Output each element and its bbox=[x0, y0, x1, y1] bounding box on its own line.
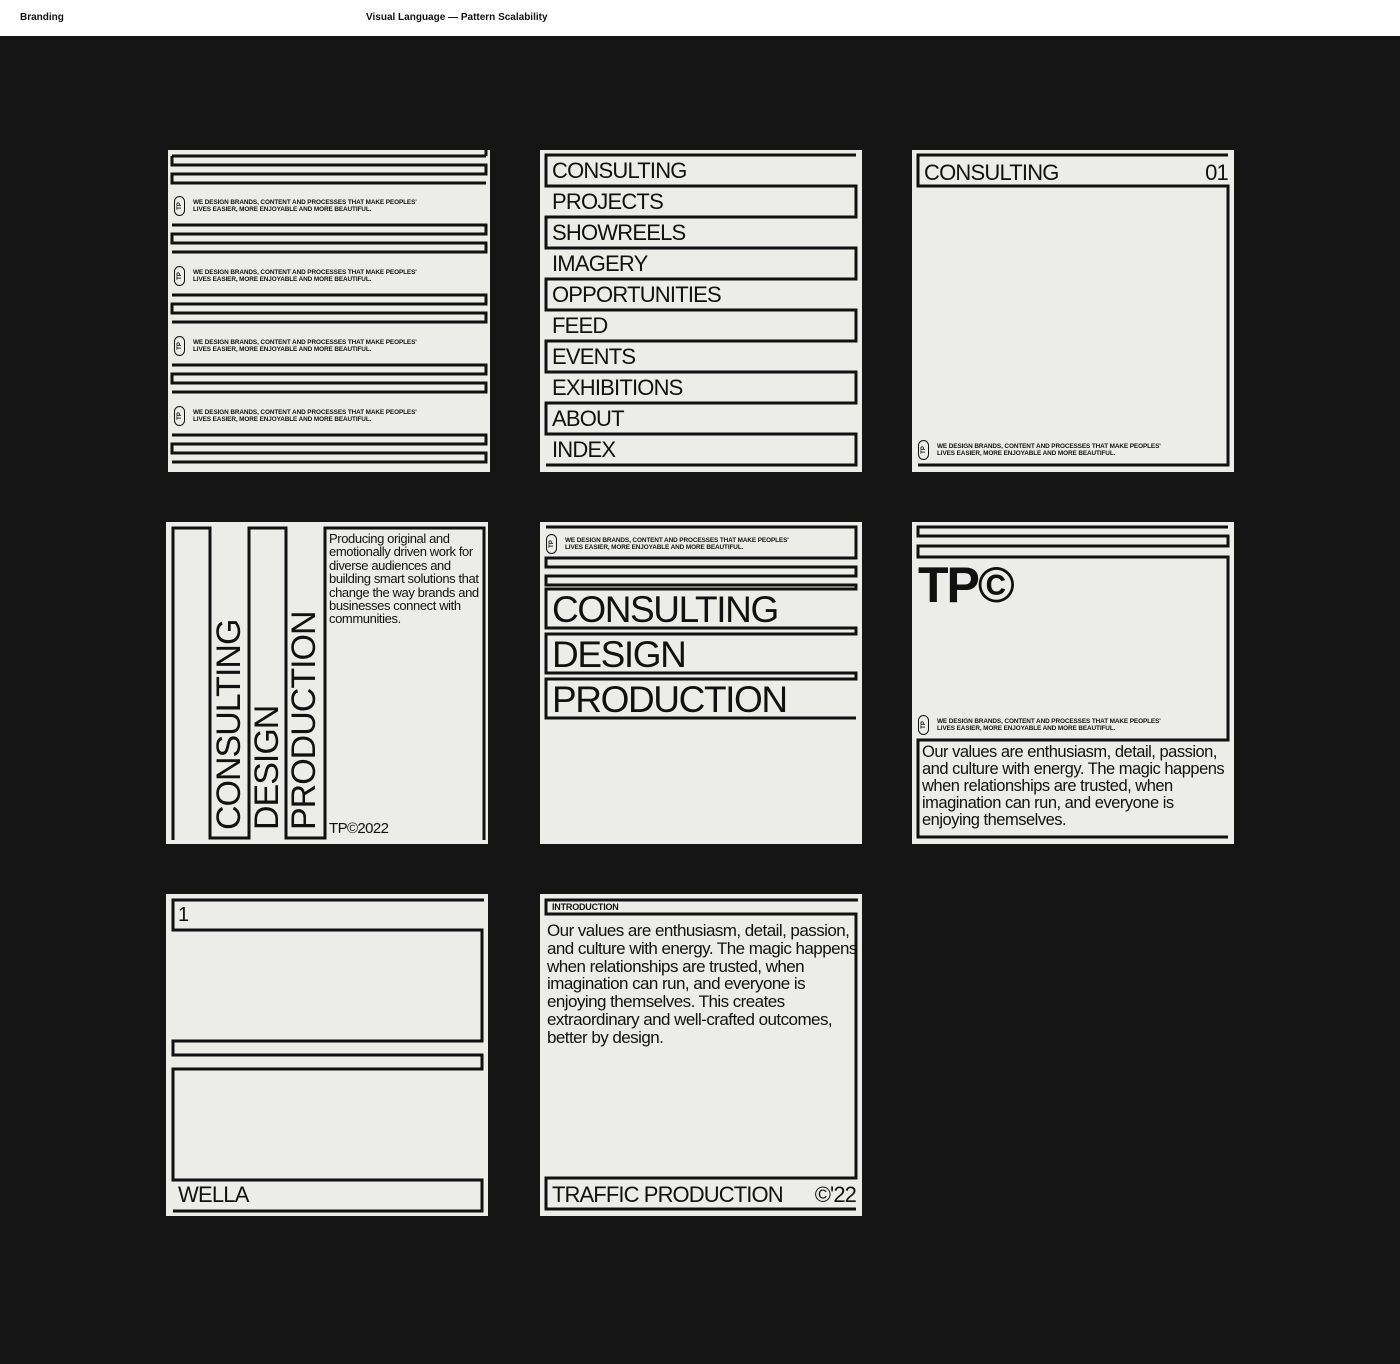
introduction-label: INTRODUCTION bbox=[552, 902, 619, 912]
card-client: 1 WELLA bbox=[166, 894, 488, 1216]
card-logo-values: TP© TP WE DESIGN BRANDS, CONTENT AND PRO… bbox=[912, 522, 1234, 844]
services-paragraph: Producing original and emotionally drive… bbox=[329, 531, 479, 627]
card-services: TP WE DESIGN BRANDS, CONTENT AND PROCESS… bbox=[540, 522, 862, 844]
introduction-paragraph: Our values are enthusiasm, detail, passi… bbox=[547, 921, 857, 1047]
menu-item-exhibitions[interactable]: EXHIBITIONS bbox=[552, 377, 683, 399]
menu-item-opportunities[interactable]: OPPORTUNITIES bbox=[552, 284, 722, 306]
copyright-footer: TP©2022 bbox=[329, 820, 389, 837]
tp-pill-icon: TP bbox=[918, 715, 929, 735]
tagline: TP WE DESIGN BRANDS, CONTENT AND PROCESS… bbox=[174, 406, 417, 426]
tagline: TP WE DESIGN BRANDS, CONTENT AND PROCESS… bbox=[546, 534, 789, 554]
tp-pill-icon: TP bbox=[174, 266, 185, 286]
vertical-word-production: PRODUCTION bbox=[285, 611, 323, 830]
tp-pill-icon: TP bbox=[174, 196, 185, 216]
category-label[interactable]: Branding bbox=[20, 12, 64, 23]
tagline: TP WE DESIGN BRANDS, CONTENT AND PROCESS… bbox=[918, 440, 1161, 460]
meander-pattern bbox=[171, 898, 484, 1213]
menu-item-events[interactable]: EVENTS bbox=[552, 346, 636, 368]
company-name: TRAFFIC PRODUCTION bbox=[552, 1182, 784, 1207]
tagline: TP WE DESIGN BRANDS, CONTENT AND PROCESS… bbox=[174, 196, 417, 216]
card-section: CONSULTING 01 TP WE DESIGN BRANDS, CONTE… bbox=[912, 150, 1234, 472]
vertical-word-consulting: CONSULTING bbox=[210, 619, 248, 830]
tagline: TP WE DESIGN BRANDS, CONTENT AND PROCESS… bbox=[174, 336, 417, 356]
section-title: CONSULTING bbox=[924, 160, 1059, 185]
menu-item-consulting[interactable]: CONSULTING bbox=[552, 160, 687, 182]
service-design: DESIGN bbox=[552, 634, 687, 675]
menu-item-about[interactable]: ABOUT bbox=[552, 408, 625, 430]
project-title: Visual Language — Pattern Scalability bbox=[366, 12, 548, 23]
card-menu: CONSULTING PROJECTS SHOWREELS IMAGERY OP… bbox=[540, 150, 862, 472]
top-bar: Branding Visual Language — Pattern Scala… bbox=[0, 0, 1400, 36]
tp-pill-icon: TP bbox=[918, 440, 929, 460]
card-vertical-services: CONSULTING DESIGN PRODUCTION Producing o… bbox=[166, 522, 488, 844]
tp-pill-icon: TP bbox=[174, 406, 185, 426]
copyright-year: ©'22 bbox=[814, 1182, 857, 1207]
tagline: TP WE DESIGN BRANDS, CONTENT AND PROCESS… bbox=[918, 715, 1161, 735]
tagline: TP WE DESIGN BRANDS, CONTENT AND PROCESS… bbox=[174, 266, 417, 286]
tp-pill-icon: TP bbox=[546, 534, 557, 554]
menu-item-index[interactable]: INDEX bbox=[552, 439, 616, 461]
client-number: 1 bbox=[178, 904, 190, 926]
menu-item-showreels[interactable]: SHOWREELS bbox=[552, 222, 686, 244]
tp-pill-icon: TP bbox=[174, 336, 185, 356]
client-name: WELLA bbox=[178, 1182, 249, 1207]
service-production: PRODUCTION bbox=[552, 679, 788, 720]
section-number: 01 bbox=[1205, 160, 1229, 185]
service-consulting: CONSULTING bbox=[552, 589, 779, 630]
menu-item-projects[interactable]: PROJECTS bbox=[552, 191, 664, 213]
menu-item-imagery[interactable]: IMAGERY bbox=[552, 253, 648, 275]
card-introduction: INTRODUCTION Our values are enthusiasm, … bbox=[540, 894, 862, 1216]
meander-pattern bbox=[916, 153, 1230, 467]
tp-logo: TP© bbox=[918, 557, 1015, 613]
menu-item-feed[interactable]: FEED bbox=[552, 315, 608, 337]
values-paragraph: Our values are enthusiasm, detail, passi… bbox=[922, 743, 1225, 829]
card-stripe-pattern: TP WE DESIGN BRANDS, CONTENT AND PROCESS… bbox=[168, 150, 490, 472]
vertical-word-design: DESIGN bbox=[248, 705, 286, 830]
